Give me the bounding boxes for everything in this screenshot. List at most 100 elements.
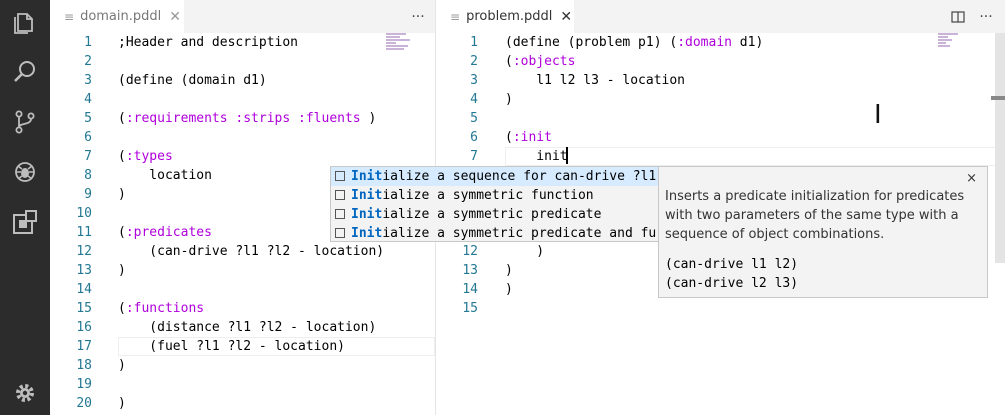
- line-number: 4: [84, 92, 92, 107]
- settings-gear-icon[interactable]: [0, 371, 50, 415]
- line-number: 5: [470, 111, 478, 126]
- keyword-token: :init: [512, 130, 552, 145]
- text-token: ): [118, 187, 126, 202]
- code-line[interactable]: 12 (can-drive ?l1 ?l2 - location): [50, 242, 435, 261]
- code-text: (define (domain d1): [118, 71, 267, 90]
- close-details-icon[interactable]: ×: [966, 171, 977, 186]
- code-line[interactable]: 4: [50, 90, 435, 109]
- code-line[interactable]: 15 (:functions: [50, 299, 435, 318]
- code-line[interactable]: 7 (:types: [50, 147, 435, 166]
- keyword-token: :requirements :strips :fluents: [125, 111, 361, 126]
- tab-label: domain.pddl: [80, 9, 162, 24]
- line-number: 8: [84, 168, 92, 183]
- vertical-scrollbar[interactable]: [995, 33, 1005, 263]
- mouse-ibeam-cursor: I: [874, 100, 882, 130]
- code-line[interactable]: 3 l1 l2 l3 - location: [436, 71, 1005, 90]
- close-tab-icon[interactable]: ✕: [560, 9, 572, 25]
- text-token: ): [360, 111, 377, 126]
- text-token: (: [118, 225, 126, 240]
- source-control-icon[interactable]: [0, 100, 50, 144]
- files-icon[interactable]: [0, 0, 50, 44]
- suggest-item[interactable]: Initialize a symmetric predicate: [331, 205, 658, 224]
- close-tab-icon[interactable]: ✕: [169, 9, 181, 25]
- code-text: ): [118, 261, 126, 280]
- keyword-token: :predicates: [125, 225, 212, 240]
- text-token: (: [505, 130, 513, 145]
- code-line[interactable]: 16 (distance ?l1 ?l2 - location): [50, 318, 435, 337]
- code-line[interactable]: 2: [50, 52, 435, 71]
- file-icon: ≡: [450, 9, 461, 24]
- line-number: 15: [462, 301, 478, 316]
- match-highlight: Init: [351, 226, 383, 241]
- line-number: 13: [462, 263, 478, 278]
- text-token: (define (domain d1): [118, 73, 267, 88]
- text-token: (fuel ?l1 ?l2 - location): [118, 339, 345, 354]
- line-number: 14: [462, 282, 478, 297]
- keyword-token: :objects: [512, 54, 576, 69]
- line-number: 15: [76, 301, 92, 316]
- code-text: (:predicates: [118, 223, 212, 242]
- code-line[interactable]: 4): [436, 90, 1005, 109]
- line-number: 2: [470, 54, 478, 69]
- split-editor-icon[interactable]: [945, 0, 971, 33]
- minimap-right[interactable]: [938, 33, 968, 73]
- tab-problem-pddl[interactable]: ≡ problem.pddl ✕: [436, 0, 574, 33]
- text-token: (can-drive ?l1 ?l2 - location): [118, 244, 385, 259]
- code-line[interactable]: 1 ;Header and description: [50, 33, 435, 52]
- code-text: ): [505, 280, 513, 299]
- line-number: 1: [84, 35, 92, 50]
- code-line[interactable]: 5: [436, 109, 1005, 128]
- code-line[interactable]: 20): [50, 394, 435, 413]
- extensions-icon[interactable]: [0, 200, 50, 244]
- debug-icon[interactable]: [0, 150, 50, 194]
- code-text: l1 l2 l3 - location: [505, 71, 685, 90]
- code-line[interactable]: 15: [436, 299, 1005, 318]
- text-token: location: [118, 168, 212, 183]
- text-token: ): [118, 396, 126, 411]
- line-number: 7: [84, 149, 92, 164]
- code-line[interactable]: 18): [50, 356, 435, 375]
- code-line[interactable]: 14: [50, 280, 435, 299]
- line-number: 9: [84, 187, 92, 202]
- more-actions-icon[interactable]: ···: [973, 0, 999, 33]
- line-number: 7: [470, 149, 478, 164]
- code-line[interactable]: 6 (:init: [436, 128, 1005, 147]
- keyword-token: :types: [125, 149, 173, 164]
- line-number: 14: [76, 282, 92, 297]
- line-number: 2: [84, 54, 92, 69]
- line-number: 5: [84, 111, 92, 126]
- scrollbar-slider[interactable]: [991, 96, 1005, 100]
- file-icon: ≡: [64, 9, 75, 24]
- code-line[interactable]: 17 (fuel ?l1 ?l2 - location): [50, 337, 435, 356]
- code-text: ;Header and description: [118, 33, 298, 52]
- search-icon[interactable]: [0, 50, 50, 94]
- suggest-item-label: ialize a symmetric predicate and fu: [382, 226, 657, 241]
- tab-domain-pddl[interactable]: ≡ domain.pddl ✕: [50, 0, 184, 33]
- suggest-item[interactable]: Initialize a symmetric function: [331, 186, 658, 205]
- code-text: (:requirements :strips :fluents ): [118, 109, 376, 128]
- match-highlight: Init: [351, 169, 383, 184]
- code-line[interactable]: 3 (define (domain d1): [50, 71, 435, 90]
- match-highlight: Init: [351, 207, 383, 222]
- text-token: l1 l2 l3 - location: [505, 73, 686, 88]
- suggest-item-label: ialize a sequence for can-drive ?l1: [382, 169, 657, 184]
- code-text: (define (problem p1) (:domain d1): [505, 33, 763, 52]
- text-token: ): [505, 282, 513, 297]
- suggest-item[interactable]: Initialize a symmetric predicate and fu: [331, 224, 658, 243]
- minimap-left[interactable]: [386, 33, 416, 73]
- code-line[interactable]: 5 (:requirements :strips :fluents ): [50, 109, 435, 128]
- keyword-token: :domain: [677, 35, 732, 50]
- code-line[interactable]: 19: [50, 375, 435, 394]
- code-line[interactable]: 2 (:objects: [436, 52, 1005, 71]
- code-text: location: [118, 166, 212, 185]
- text-token: ): [118, 263, 126, 278]
- text-token: ): [505, 263, 513, 278]
- code-line[interactable]: 1 (define (problem p1) (:domain d1): [436, 33, 1005, 52]
- code-line[interactable]: 6: [50, 128, 435, 147]
- text-token: ;Header and description: [118, 35, 299, 50]
- suggest-item[interactable]: Initialize a sequence for can-drive ?l1: [331, 167, 658, 186]
- code-line[interactable]: 7 init: [436, 147, 1005, 166]
- more-actions-icon[interactable]: ···: [405, 0, 431, 33]
- code-line[interactable]: 13): [50, 261, 435, 280]
- code-text: (:init: [505, 128, 552, 147]
